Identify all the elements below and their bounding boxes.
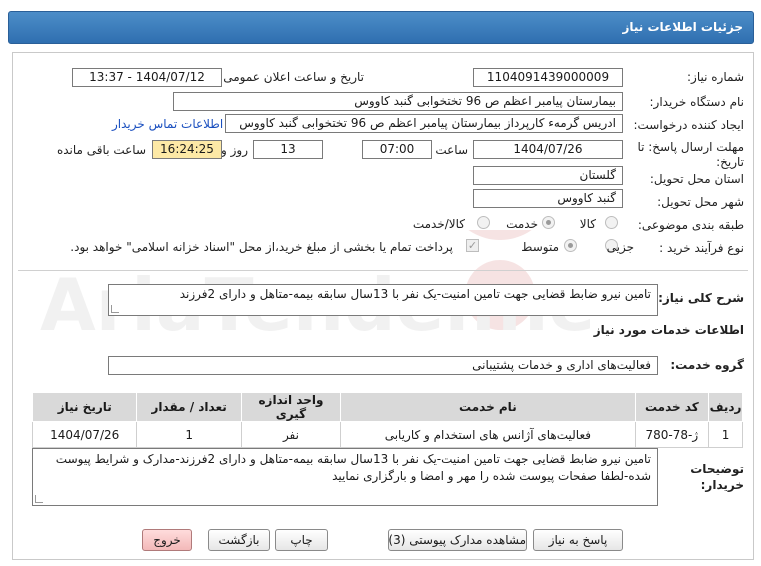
creator-label: ایجاد کننده درخواست: bbox=[633, 118, 744, 132]
print-button[interactable]: چاپ bbox=[275, 529, 328, 551]
buyer-org-field: بیمارستان پیامبر اعظم ص 96 تختخوابی گنبد… bbox=[173, 92, 623, 111]
buyer-org-label: نام دستگاه خریدار: bbox=[649, 95, 745, 109]
cell-service-name: فعالیت‌های آژانس های استخدام و کاریابی bbox=[340, 421, 636, 448]
col-unit: واحد اندازه گیری bbox=[240, 392, 342, 422]
category-radio-goods[interactable] bbox=[605, 216, 618, 229]
buyer-notes-label: توضیحات bbox=[690, 462, 744, 476]
announce-datetime-label: تاریخ و ساعت اعلان عمومی: bbox=[219, 70, 364, 84]
resize-grip-icon[interactable] bbox=[35, 495, 43, 503]
col-need-date: تاریخ نیاز bbox=[31, 392, 138, 422]
deadline-label: مهلت ارسال پاسخ: تا bbox=[637, 140, 744, 154]
cell-need-date: 1404/07/26 bbox=[31, 421, 138, 448]
process-option-medium: متوسط bbox=[521, 240, 559, 254]
category-option-service: خدمت bbox=[506, 217, 538, 231]
col-service-name: نام خدمت bbox=[340, 392, 636, 422]
category-option-goods-service: کالا/خدمت bbox=[412, 217, 465, 231]
view-attachments-button[interactable]: مشاهده مدارک پیوستی (3) bbox=[388, 529, 527, 551]
cell-unit: نفر bbox=[240, 421, 342, 448]
need-number-label: شماره نیاز: bbox=[687, 70, 744, 84]
cell-quantity: 1 bbox=[136, 421, 242, 448]
category-radio-service[interactable] bbox=[542, 216, 555, 229]
province-label: استان محل تحویل: bbox=[649, 172, 744, 186]
city-label: شهر محل تحویل: bbox=[657, 195, 744, 209]
need-number-field: 1104091439000009 bbox=[473, 68, 623, 87]
reply-button[interactable]: پاسخ به نیاز bbox=[533, 529, 623, 551]
service-group-field: فعالیت‌های اداری و خدمات پشتیبانی bbox=[108, 356, 658, 375]
process-type-label: نوع فرآیند خرید : bbox=[659, 241, 744, 255]
cell-service-code: ژ-78-780 bbox=[634, 421, 710, 448]
remaining-time-label: ساعت باقی مانده bbox=[56, 143, 146, 157]
resize-grip-icon[interactable] bbox=[111, 305, 119, 313]
table-row: 1 ژ-78-780 فعالیت‌های آژانس های استخدام … bbox=[31, 421, 743, 448]
deadline-date-field: 1404/07/26 bbox=[473, 140, 623, 159]
category-label: طبقه بندی موضوعی: bbox=[637, 218, 744, 232]
exit-button[interactable]: خروج bbox=[142, 529, 192, 551]
description-text: تامین نیرو ضابط قضایی جهت تامین امنیت-یک… bbox=[179, 287, 651, 301]
col-service-code: کد خدمت bbox=[634, 392, 710, 422]
description-label: شرح کلی نیاز: bbox=[658, 291, 744, 305]
treasury-payment-checkbox[interactable]: ✓ bbox=[466, 239, 479, 252]
deadline-time-label: ساعت bbox=[435, 143, 468, 157]
buyer-notes-textarea[interactable]: تامین نیرو ضابط قضایی جهت تامین امنیت-یک… bbox=[32, 448, 658, 506]
buyer-notes-label-2: خریدار: bbox=[700, 478, 744, 492]
province-field: گلستان bbox=[473, 166, 623, 185]
treasury-payment-note: پرداخت تمام یا بخشی از مبلغ خرید،از محل … bbox=[70, 240, 453, 254]
process-radio-medium[interactable] bbox=[564, 239, 577, 252]
buyer-contact-link[interactable]: اطلاعات تماس خریدار bbox=[112, 117, 223, 131]
page-header: جزئیات اطلاعات نیاز bbox=[8, 11, 754, 44]
process-option-minor: جزیی bbox=[606, 240, 634, 254]
days-label: روز و bbox=[221, 143, 248, 157]
services-section-title: اطلاعات خدمات مورد نیاز bbox=[593, 323, 744, 337]
table-header-row: ردیف کد خدمت نام خدمت واحد اندازه گیری ت… bbox=[31, 392, 743, 422]
section-divider bbox=[18, 270, 748, 271]
description-textarea[interactable]: تامین نیرو ضابط قضایی جهت تامین امنیت-یک… bbox=[108, 284, 658, 316]
city-field: گنبد کاووس bbox=[473, 189, 623, 208]
category-option-goods: کالا bbox=[579, 217, 596, 231]
category-radio-goods-service[interactable] bbox=[477, 216, 490, 229]
cell-row-number: 1 bbox=[708, 421, 743, 448]
deadline-date-label: تاریخ: bbox=[716, 155, 744, 169]
services-table: ردیف کد خدمت نام خدمت واحد اندازه گیری ت… bbox=[31, 392, 743, 448]
days-remaining-field: 13 bbox=[253, 140, 323, 159]
col-row-number: ردیف bbox=[708, 392, 743, 422]
remaining-time-field: 16:24:25 bbox=[152, 140, 222, 159]
creator-field: ادریس گرمه‌ء کارپرداز بیمارستان پیامبر ا… bbox=[225, 114, 623, 133]
announce-datetime-field: 1404/07/12 - 13:37 bbox=[72, 68, 222, 87]
service-group-label: گروه خدمت: bbox=[670, 358, 744, 372]
buyer-notes-text: تامین نیرو ضابط قضایی جهت تامین امنیت-یک… bbox=[55, 452, 651, 483]
col-quantity: تعداد / مقدار bbox=[136, 392, 242, 422]
back-button[interactable]: بازگشت bbox=[208, 529, 270, 551]
deadline-time-field: 07:00 bbox=[362, 140, 432, 159]
page-title: جزئیات اطلاعات نیاز bbox=[622, 20, 743, 34]
